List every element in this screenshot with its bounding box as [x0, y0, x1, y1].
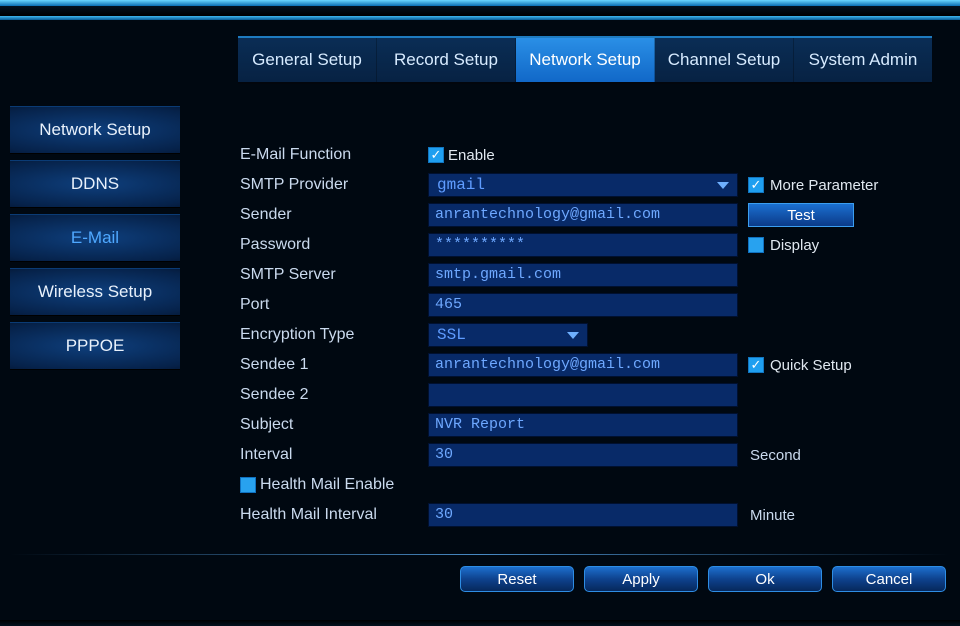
health-mail-interval-unit: Minute — [750, 507, 870, 524]
encryption-type-value: SSL — [437, 326, 466, 344]
tab-channel-setup[interactable]: Channel Setup — [655, 38, 794, 82]
sidebar: Network Setup DDNS E-Mail Wireless Setup… — [10, 106, 180, 376]
divider — [10, 554, 950, 555]
more-parameter-label: More Parameter — [770, 177, 878, 194]
tab-network-setup[interactable]: Network Setup — [516, 38, 655, 82]
display-label: Display — [770, 237, 819, 254]
health-mail-interval-input[interactable]: 30 — [428, 503, 738, 527]
tab-system-admin[interactable]: System Admin — [794, 38, 932, 82]
sendee2-input[interactable] — [428, 383, 738, 407]
interval-input[interactable]: 30 — [428, 443, 738, 467]
password-label: Password — [238, 236, 428, 254]
sendee1-label: Sendee 1 — [238, 356, 428, 374]
apply-button[interactable]: Apply — [584, 566, 698, 592]
encryption-type-dropdown[interactable]: SSL — [428, 323, 588, 347]
subject-input[interactable]: NVR Report — [428, 413, 738, 437]
sidebar-item-network-setup[interactable]: Network Setup — [10, 106, 180, 154]
interval-unit: Second — [750, 447, 870, 464]
ok-button[interactable]: Ok — [708, 566, 822, 592]
chevron-down-icon — [567, 332, 579, 339]
sidebar-item-wireless-setup[interactable]: Wireless Setup — [10, 268, 180, 316]
smtp-provider-dropdown[interactable]: gmail — [428, 173, 738, 197]
test-button[interactable]: Test — [748, 203, 854, 227]
port-label: Port — [238, 296, 428, 314]
encryption-type-label: Encryption Type — [238, 326, 428, 344]
quick-setup-label: Quick Setup — [770, 357, 852, 374]
quick-setup-checkbox[interactable] — [748, 357, 764, 373]
enable-label: Enable — [448, 147, 495, 164]
email-function-label: E-Mail Function — [238, 146, 428, 164]
top-tabbar: General Setup Record Setup Network Setup… — [238, 36, 932, 84]
smtp-provider-value: gmail — [437, 176, 485, 194]
bottom-button-bar: Reset Apply Ok Cancel — [460, 566, 946, 592]
chevron-down-icon — [717, 182, 729, 189]
interval-label: Interval — [238, 446, 428, 464]
sendee2-label: Sendee 2 — [238, 386, 428, 404]
sendee1-input[interactable]: anrantechnology@gmail.com — [428, 353, 738, 377]
display-checkbox[interactable] — [748, 237, 764, 253]
more-parameter-checkbox[interactable] — [748, 177, 764, 193]
health-mail-enable-label: Health Mail Enable — [260, 476, 394, 494]
sidebar-item-email[interactable]: E-Mail — [10, 214, 180, 262]
health-mail-enable-checkbox[interactable] — [240, 477, 256, 493]
cancel-button[interactable]: Cancel — [832, 566, 946, 592]
health-mail-interval-label: Health Mail Interval — [238, 506, 428, 524]
tab-general-setup[interactable]: General Setup — [238, 38, 377, 82]
sender-label: Sender — [238, 206, 428, 224]
sidebar-item-pppoe[interactable]: PPPOE — [10, 322, 180, 370]
email-settings-form: E-Mail Function Enable SMTP Provider gma… — [238, 140, 938, 530]
smtp-server-input[interactable]: smtp.gmail.com — [428, 263, 738, 287]
sender-input[interactable]: anrantechnology@gmail.com — [428, 203, 738, 227]
subject-label: Subject — [238, 416, 428, 434]
enable-checkbox[interactable] — [428, 147, 444, 163]
reset-button[interactable]: Reset — [460, 566, 574, 592]
smtp-server-label: SMTP Server — [238, 266, 428, 284]
password-input[interactable]: ********** — [428, 233, 738, 257]
port-input[interactable]: 465 — [428, 293, 738, 317]
sidebar-item-ddns[interactable]: DDNS — [10, 160, 180, 208]
smtp-provider-label: SMTP Provider — [238, 176, 428, 194]
tab-record-setup[interactable]: Record Setup — [377, 38, 516, 82]
